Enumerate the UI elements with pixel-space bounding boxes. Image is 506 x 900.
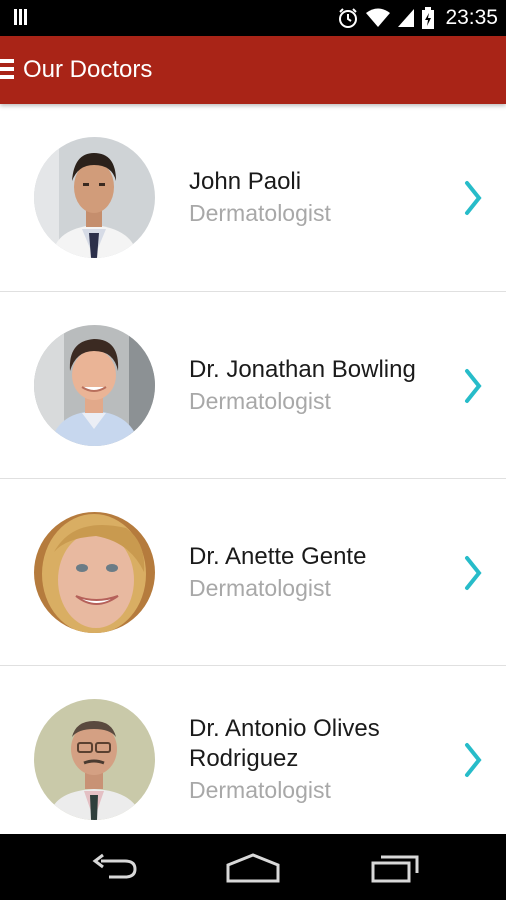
status-time: 23:35 <box>445 6 498 29</box>
doctor-name: John Paoli <box>189 168 302 195</box>
doctor-name: Dr. Jonathan Bowling <box>189 356 416 383</box>
back-icon <box>92 853 137 879</box>
app-bar: Our Doctors <box>0 36 506 104</box>
doctor-specialty: Dermatologist <box>189 388 331 414</box>
doctor-info: Dr. Jonathan Bowling Dermatologist <box>189 355 449 417</box>
menu-icon[interactable] <box>0 59 14 81</box>
home-button[interactable] <box>223 848 283 888</box>
doctor-avatar <box>34 512 155 633</box>
recents-icon <box>371 855 419 883</box>
doctor-specialty: Dermatologist <box>189 200 331 226</box>
status-icons: 23:35 <box>337 0 498 36</box>
doctor-name: Dr. Antonio Olives Rodriguez <box>189 715 380 772</box>
wifi-icon <box>366 8 391 27</box>
chevron-right-icon[interactable] <box>462 742 484 778</box>
doctor-row[interactable]: Dr. Jonathan Bowling Dermatologist <box>0 292 506 479</box>
doctor-specialty: Dermatologist <box>189 777 331 803</box>
chevron-right-icon[interactable] <box>462 368 484 404</box>
page-title[interactable]: Our Doctors <box>23 56 152 84</box>
chevron-right-icon[interactable] <box>462 555 484 591</box>
doctor-row[interactable]: Dr. Anette Gente Dermatologist <box>0 479 506 666</box>
battery-icon <box>422 7 435 29</box>
navigation-bar <box>0 834 506 900</box>
status-bar: 23:35 <box>0 0 506 36</box>
doctor-avatar <box>34 325 155 446</box>
home-icon <box>226 853 280 883</box>
doctor-row[interactable]: Dr. Antonio Olives Rodriguez Dermatologi… <box>0 666 506 834</box>
signal-icon <box>398 9 415 27</box>
chevron-right-icon[interactable] <box>462 180 484 216</box>
doctor-avatar <box>34 699 155 820</box>
notification-icon <box>14 9 34 27</box>
alarm-icon <box>339 8 358 28</box>
doctor-row[interactable]: John Paoli Dermatologist <box>0 104 506 292</box>
doctor-avatar <box>34 137 155 258</box>
doctor-name: Dr. Anette Gente <box>189 543 367 570</box>
doctor-info: Dr. Anette Gente Dermatologist <box>189 542 449 604</box>
doctor-info: Dr. Antonio Olives Rodriguez Dermatologi… <box>189 714 449 806</box>
back-button[interactable] <box>84 848 144 888</box>
doctor-info: John Paoli Dermatologist <box>189 167 449 229</box>
doctor-specialty: Dermatologist <box>189 575 331 601</box>
recents-button[interactable] <box>365 848 425 888</box>
doctor-list: John Paoli Dermatologist Dr. Jonathan Bo… <box>0 104 506 834</box>
